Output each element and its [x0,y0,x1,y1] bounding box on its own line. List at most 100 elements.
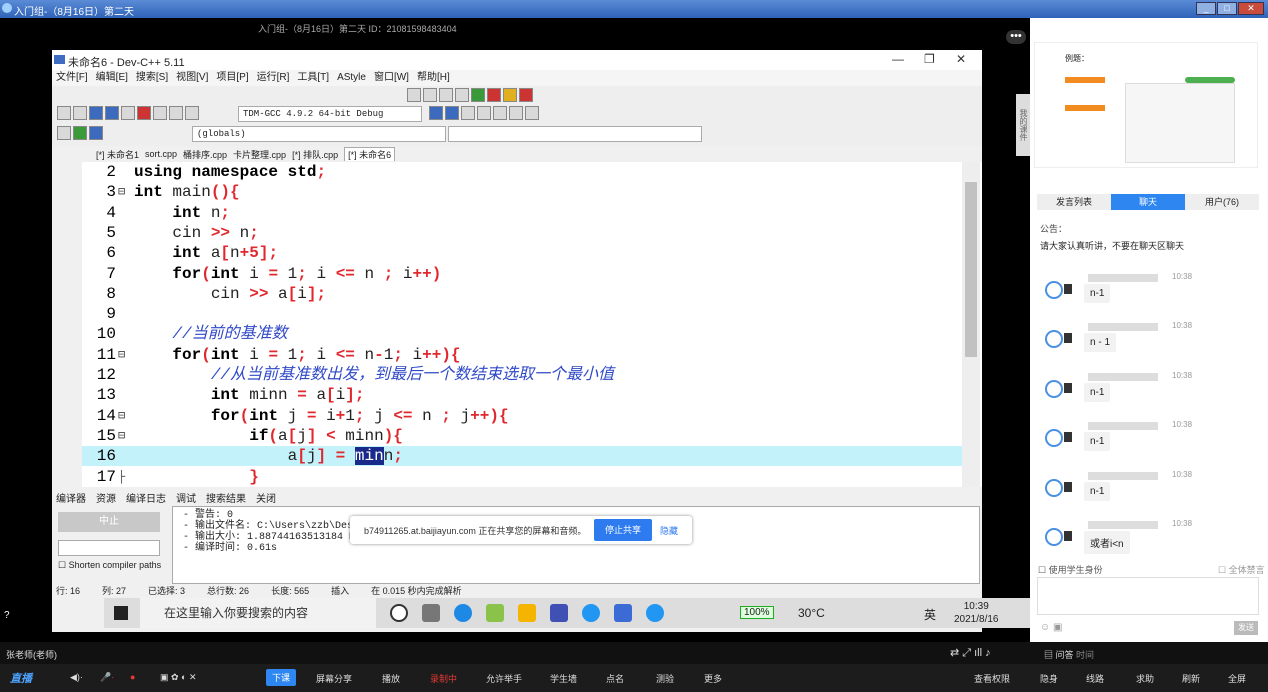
minimize-button[interactable]: _ [1196,2,1216,15]
toolbar-item[interactable]: 录制中 [430,672,457,685]
toolbar-item[interactable]: 允许举手 [486,672,522,685]
code-line[interactable]: 16 a[j] = minn; [82,446,962,467]
view-controls-icon[interactable]: ⇄ ⤢ ıll ♪ [950,646,991,660]
send-button[interactable]: 发送 [1234,621,1258,635]
editor-tab[interactable]: 卡片整理.cpp [233,148,286,161]
task-view-icon[interactable] [422,604,440,622]
windows-start-icon[interactable] [114,606,128,620]
print-icon[interactable] [153,106,167,120]
devcpp-icon[interactable] [550,604,568,622]
output-tab[interactable]: 编译日志 [126,490,166,505]
output-tab[interactable]: 编译器 [56,490,86,505]
code-line[interactable]: 8 cin >> a[i]; [82,284,962,304]
scope-select[interactable]: (globals) [192,126,446,142]
remove-icon[interactable] [89,126,103,140]
close-button[interactable]: ✕ [1238,2,1264,15]
code-line[interactable]: 4 int n; [82,203,962,223]
code-line[interactable]: 12 //从当前基准数出发，到最后一个数结束选取一个最小值 [82,365,962,385]
scrollbar-thumb[interactable] [965,182,977,357]
output-tab[interactable]: 资源 [96,490,116,505]
unindent-icon[interactable] [445,106,459,120]
bookmark-icon[interactable] [525,106,539,120]
input-lang[interactable]: 英 [924,606,936,623]
undo-icon[interactable] [169,106,183,120]
grid-icon[interactable] [423,88,437,102]
emoji-icon[interactable]: ☺ ▣ [1040,622,1062,633]
new-file-icon[interactable] [57,106,71,120]
folder-icon[interactable] [518,604,536,622]
output-tab[interactable]: 调试 [176,490,196,505]
editor-tab[interactable]: [*] 未命名1 [96,148,139,161]
mic-icon[interactable]: 🎤· [100,672,114,683]
fold-marker-icon[interactable]: ⊟ [118,426,125,446]
code-line[interactable]: 7 for(int i = 1; i <= n ; i++) [82,264,962,284]
toolbar-right-item[interactable]: 全屏 [1228,672,1246,685]
hide-link[interactable]: 隐藏 [660,524,678,537]
editor-tab[interactable]: [*] 未命名6 [344,147,396,161]
bookmark-prev-icon[interactable] [493,106,507,120]
output-tab[interactable]: 关闭 [256,490,276,505]
cortana-icon[interactable] [390,604,408,622]
toolbar-item[interactable]: 播放 [382,672,400,685]
menu-item[interactable]: 搜索[S] [136,70,168,86]
compiler-select[interactable]: TDM-GCC 4.9.2 64-bit Debug [238,106,422,122]
menu-item[interactable]: 工具[T] [297,70,329,86]
save-all-icon[interactable] [105,106,119,120]
close-all-icon[interactable] [137,106,151,120]
fold-marker-icon[interactable]: ⊟ [118,406,125,426]
toolbar-right-item[interactable]: 求助 [1136,672,1154,685]
toolbar-item[interactable]: 更多 [704,672,722,685]
fold-marker-icon[interactable]: ├ [118,467,125,487]
menu-item[interactable]: 窗口[W] [374,70,409,86]
ide-minimize-button[interactable]: — [892,52,904,66]
chat-tab[interactable]: 用户(76) [1185,194,1259,210]
taskbar-search[interactable]: 在这里输入你要搜索的内容 [140,598,376,628]
grid-icon[interactable] [455,88,469,102]
ide-close-button[interactable]: ✕ [956,52,966,66]
mute-all-checkbox[interactable]: ☐ 全体禁言 [1218,563,1265,576]
toggle-icon[interactable] [461,106,475,120]
chat-tab[interactable]: 发言列表 [1037,194,1111,210]
chat-tab[interactable]: 聊天 [1111,194,1185,210]
toolbar-item[interactable]: 屏幕分享 [316,672,352,685]
shorten-paths-checkbox[interactable]: ☐ Shorten compiler paths [58,560,161,571]
bookmark-next-icon[interactable] [509,106,523,120]
app-icon[interactable] [486,604,504,622]
indent-icon[interactable] [429,106,443,120]
code-line[interactable]: 5 cin >> n; [82,223,962,243]
speaker-icon[interactable]: ◀)· [70,672,83,683]
editor-scrollbar[interactable] [962,162,980,487]
courseware-handle[interactable]: 我的课件 [1016,94,1030,156]
class-browser-icon[interactable] [57,126,71,140]
toolbar-item[interactable]: 点名 [606,672,624,685]
code-line[interactable]: 11 ⊟ for(int i = 1; i <= n-1; i++){ [82,345,962,365]
editor-tab[interactable]: 桶排序.cpp [183,148,227,161]
toolbar-right-item[interactable]: 刷新 [1182,672,1200,685]
menu-item[interactable]: 项目[P] [216,70,248,86]
close-file-icon[interactable] [121,106,135,120]
editor-tab[interactable]: [*] 排队.cpp [292,148,338,161]
add-icon[interactable] [73,126,87,140]
output-tab[interactable]: 搜索结果 [206,490,246,505]
toolbar-item[interactable]: 学生墙 [550,672,577,685]
more-icon[interactable]: ••• [1006,30,1026,44]
code-line[interactable]: 13 int minn = a[i]; [82,385,962,405]
editor-tab[interactable]: sort.cpp [145,149,177,159]
check-icon[interactable] [471,88,485,102]
ide-restore-button[interactable]: ❐ [924,52,935,66]
app2-icon[interactable] [614,604,632,622]
battery-indicator[interactable]: 100% [740,606,774,619]
code-line[interactable]: 15 ⊟ if(a[j] < minn){ [82,426,962,446]
toolbar-item[interactable]: 测验 [656,672,674,685]
toolbar-right-item[interactable]: 线路 [1086,672,1104,685]
open-icon[interactable] [73,106,87,120]
menu-item[interactable]: 运行[R] [257,70,290,86]
chat-input[interactable] [1037,577,1259,615]
fold-marker-icon[interactable]: ⊟ [118,345,125,365]
save-icon[interactable] [89,106,103,120]
code-line[interactable]: 9 [82,304,962,324]
edge-icon[interactable] [454,604,472,622]
stop-share-button[interactable]: 停止共享 [594,519,652,541]
anon-checkbox[interactable]: ☐ 使用学生身份 [1038,563,1103,576]
end-class-button[interactable]: 下课 [266,669,297,686]
